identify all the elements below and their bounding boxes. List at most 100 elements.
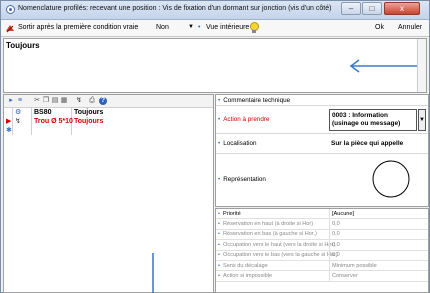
annotation-arrow-icon: [349, 59, 418, 73]
row-divider: [329, 250, 330, 261]
view-label[interactable]: Vue intérieure: [206, 24, 249, 31]
action-label: Action à prendre: [223, 116, 270, 123]
property-row-representation[interactable]: • Représentation: [216, 154, 428, 206]
detail-label: • Occupation vers le bas (vers la gauche …: [218, 252, 338, 259]
action-value: 0003 : Information: [332, 112, 388, 119]
main-toolbar: Sortir après la première condition vraie…: [1, 20, 429, 37]
new-row-icon: ✱: [6, 126, 13, 135]
sort-exit-label: Sortir après la première condition vraie: [18, 24, 139, 31]
print-icon[interactable]: ⎙: [88, 97, 96, 105]
detail-value: Conserver: [332, 272, 358, 279]
rules-toolbar: ▸ ≡ ✂ ❐ ▤ ▦ ↯ ⎙ ?: [4, 95, 213, 108]
table-row[interactable]: ⚙ BS80 Toujours: [4, 108, 213, 117]
row-code: BS80: [32, 108, 72, 117]
profile-icon: ⚙: [13, 108, 32, 117]
properties-panel: • Commentaire technique • Action à prendre…: [215, 94, 429, 207]
dialog-window: Nomenclature profilés: recevant une posi…: [0, 0, 430, 293]
detail-row[interactable]: • Priorité [Aucune]: [216, 209, 428, 220]
detail-value: [Aucune]: [332, 210, 355, 217]
detail-value: 0,0: [332, 231, 340, 238]
cut-icon[interactable]: ✂: [33, 97, 41, 105]
help-icon[interactable]: ?: [99, 97, 107, 105]
condition-text: Toujours: [6, 41, 40, 50]
paste-icon[interactable]: ▤: [51, 97, 59, 105]
window-title: Nomenclature profilés: recevant une posi…: [18, 5, 332, 12]
row-divider: [329, 240, 330, 251]
row-condition: Toujours: [74, 118, 104, 125]
detail-label-text: Action si impossible: [222, 272, 273, 279]
detail-row[interactable]: • Sens du décalage Minimum possible: [216, 261, 428, 272]
row-divider: [329, 271, 330, 282]
detail-row[interactable]: • Occupation vers le bas (vers la gauche …: [216, 250, 428, 261]
detail-label: • Occupation vers le haut (vers la droite…: [218, 241, 336, 248]
row-divider: [329, 261, 330, 271]
detail-label-text: Réservation en bas (à gauche si Hor.): [222, 231, 317, 238]
property-row-commentaire[interactable]: • Commentaire technique: [216, 95, 428, 106]
cancel-button[interactable]: Annuler: [398, 24, 422, 31]
maximize-button[interactable]: □: [362, 2, 382, 15]
property-label: • Commentaire technique: [218, 97, 291, 104]
row-divider: [329, 219, 330, 230]
chevron-down-icon[interactable]: ▼: [418, 109, 426, 131]
detail-value: 0,0: [332, 241, 340, 248]
ok-button[interactable]: Ok: [375, 24, 384, 31]
representation-circle-icon[interactable]: [371, 159, 411, 199]
detail-label: • Réservation en bas (à gauche si Hor.): [218, 231, 317, 238]
property-row-action[interactable]: • Action à prendre 0003 : Information (us…: [216, 106, 428, 134]
property-label: • Représentation: [218, 176, 266, 183]
row-divider: [329, 229, 330, 240]
tool-icon[interactable]: ↯: [75, 97, 83, 105]
detail-value: Minimum possible: [332, 262, 377, 269]
detail-value: 0,0: [332, 252, 340, 259]
empty-cell: [32, 126, 72, 135]
close-button[interactable]: x: [384, 2, 420, 15]
row-condition: Toujours: [74, 109, 104, 116]
property-label: • Action à prendre: [218, 116, 270, 123]
delete-row-icon[interactable]: ≡: [16, 97, 24, 105]
title-bar: Nomenclature profilés: recevant une posi…: [1, 1, 429, 20]
detail-label-text: Occupation vers le bas (vers la gauche s…: [222, 252, 338, 259]
minimize-button[interactable]: –: [341, 2, 361, 15]
paste-special-icon[interactable]: ▦: [60, 97, 68, 105]
sort-exit-icon[interactable]: [5, 23, 15, 33]
drill-icon: ↯: [13, 117, 32, 126]
detail-label: • Priorité: [218, 210, 241, 217]
detail-row[interactable]: • Occupation vers le haut (vers la droite…: [216, 240, 428, 251]
detail-label-text: Priorité: [222, 210, 241, 217]
condition-scrollbar[interactable]: [417, 39, 426, 92]
insert-row-icon[interactable]: ▸: [7, 97, 15, 105]
detail-label: • Action si impossible: [218, 272, 273, 279]
detail-label-text: Sens du décalage: [222, 262, 268, 269]
detail-label: • Sens du décalage: [218, 262, 268, 269]
detail-row[interactable]: • Réservation en haut (à droite si Hor) 0…: [216, 219, 428, 230]
annotation-line: [152, 253, 154, 293]
representation-label: Représentation: [223, 176, 266, 183]
property-label: • Localisation: [218, 140, 257, 147]
commentaire-label: Commentaire technique: [223, 97, 291, 104]
new-row[interactable]: ✱: [4, 126, 213, 135]
lightbulb-base: [252, 30, 256, 33]
condition-text-area[interactable]: Toujours: [3, 38, 427, 93]
details-panel: • Priorité [Aucune] • Réservation en haut …: [215, 208, 429, 293]
property-row-localisation[interactable]: • Localisation Sur la pièce qui appelle: [216, 134, 428, 154]
detail-label-text: Réservation en haut (à droite si Hor): [222, 220, 314, 227]
app-icon: [6, 5, 15, 14]
row-divider: [329, 209, 330, 219]
copy-icon[interactable]: ❐: [42, 97, 50, 105]
localisation-value: Sur la pièce qui appelle: [331, 140, 404, 147]
detail-row[interactable]: • Réservation en bas (à gauche si Hor.) 0…: [216, 229, 428, 241]
current-row-arrow-icon: ▶: [6, 117, 13, 126]
detail-label: • Réservation en haut (à droite si Hor): [218, 220, 314, 227]
rules-list-pane: ▸ ≡ ✂ ❐ ▤ ▦ ↯ ⎙ ? ⚙ BS80 Toujours ▶ ↯ Tr…: [3, 94, 214, 293]
row-indicator: [4, 108, 13, 117]
chevron-down-icon[interactable]: ▼: [188, 24, 194, 30]
row-code: Trou Ø 5*10: [34, 117, 73, 126]
view-bullet-icon: •: [198, 24, 201, 31]
detail-value: 0,0: [332, 220, 340, 227]
table-row[interactable]: ▶ ↯ Trou Ø 5*10 Toujours: [4, 117, 213, 126]
sort-exit-select[interactable]: Non: [156, 24, 169, 31]
detail-label-text: Occupation vers le haut (vers la droite …: [222, 241, 336, 248]
action-select[interactable]: 0003 : Information (usinage ou message): [329, 109, 417, 131]
detail-row[interactable]: • Action si impossible Conserver: [216, 271, 428, 282]
action-value-detail: (usinage ou message): [332, 120, 401, 127]
